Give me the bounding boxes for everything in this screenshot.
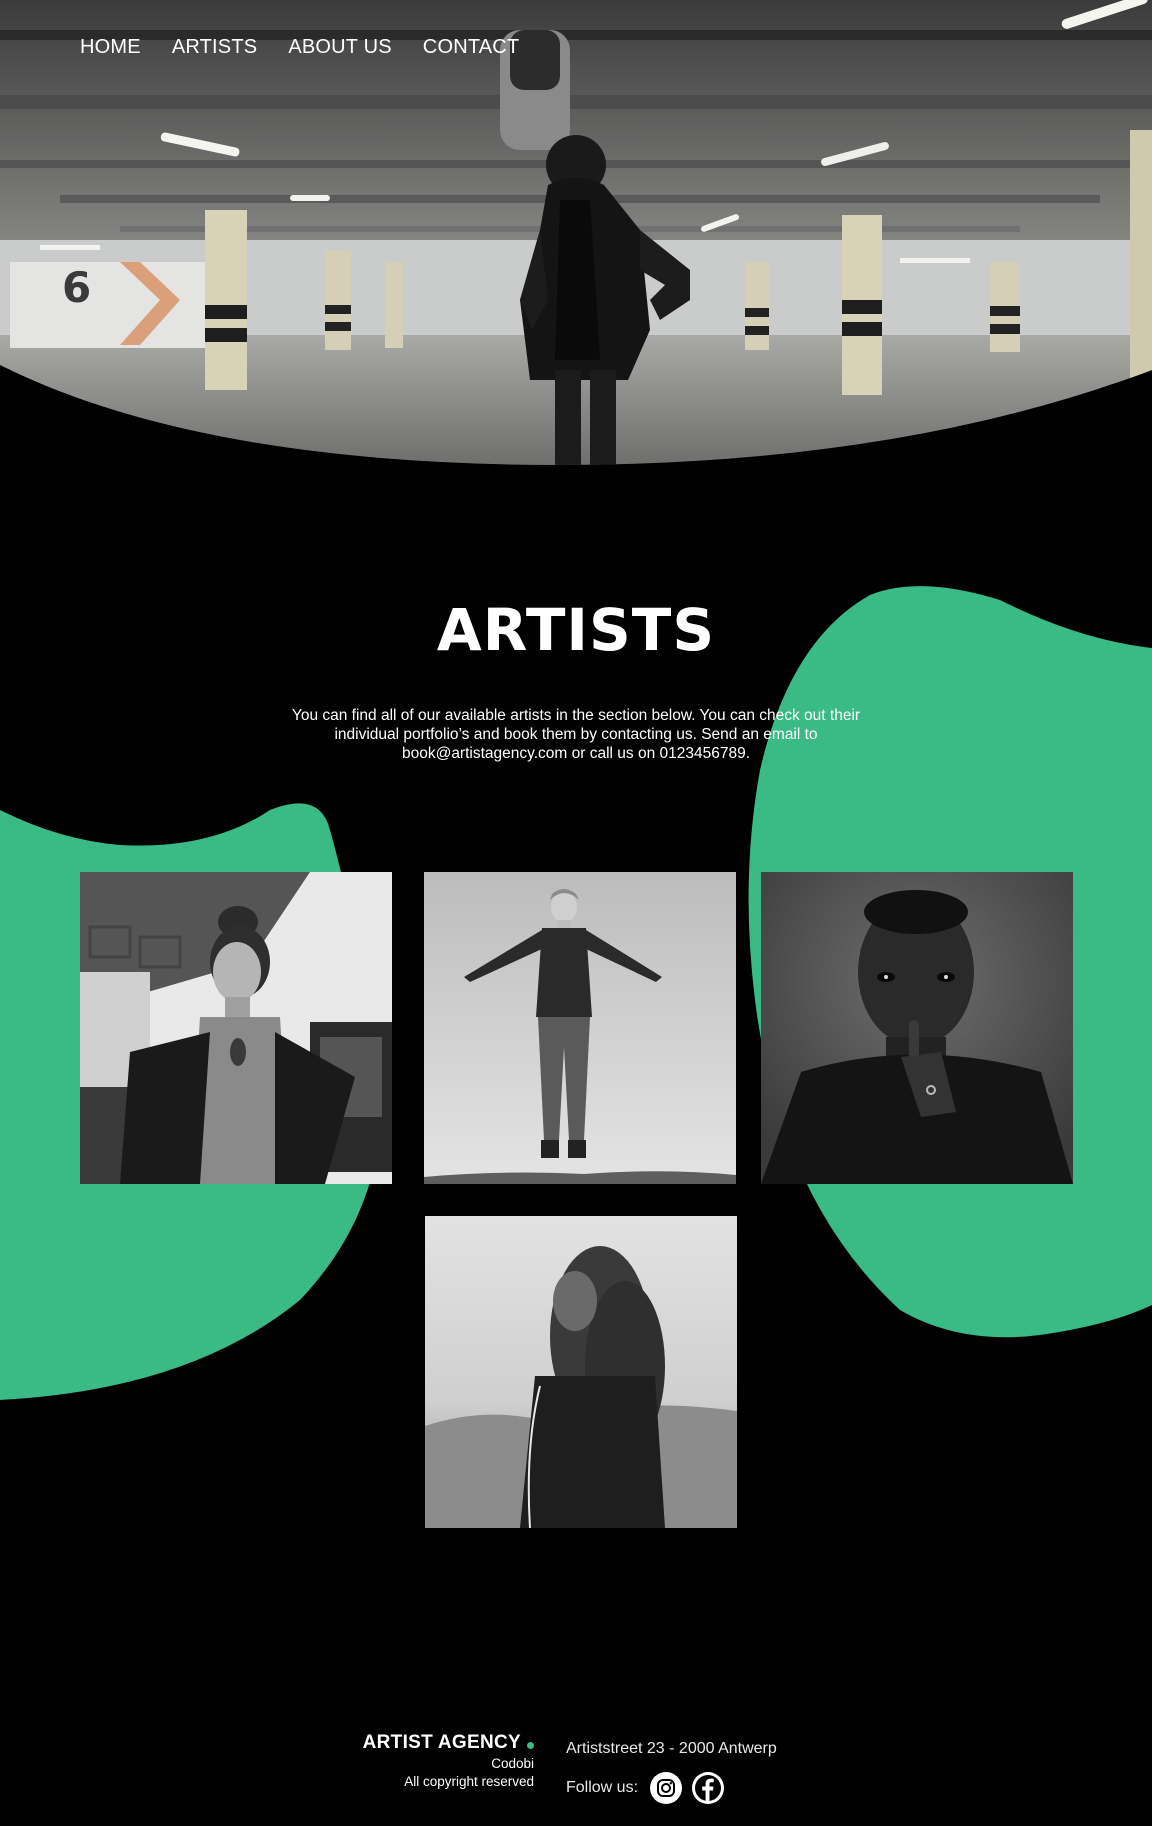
artist-photo-curly-woman — [425, 1216, 737, 1528]
artist-card-2[interactable] — [424, 872, 736, 1184]
artist-card-4[interactable] — [425, 1216, 737, 1528]
footer-address: Artiststreet 23 - 2000 Antwerp — [566, 1740, 777, 1757]
page-title: ARTISTS — [436, 596, 716, 664]
brand-logo[interactable]: ARTIST AGENCY — [363, 1732, 534, 1754]
artist-photo-man — [761, 872, 1073, 1184]
follow-label: Follow us: — [566, 1779, 639, 1796]
nav-artists[interactable]: ARTISTS — [172, 36, 258, 59]
artist-card-3[interactable] — [761, 872, 1073, 1184]
nav-contact[interactable]: CONTACT — [423, 36, 520, 59]
artists-description: You can find all of our available artist… — [291, 707, 861, 762]
social-links: Follow us: — [566, 1772, 777, 1804]
brand-dot-icon — [527, 1742, 534, 1749]
brand-name: ARTIST AGENCY — [362, 1732, 521, 1753]
footer-info: Artiststreet 23 - 2000 Antwerp Follow us… — [566, 1740, 777, 1804]
artist-photo-woman — [80, 872, 392, 1184]
nav-about-us[interactable]: ABOUT US — [288, 36, 391, 59]
footer-brand: ARTIST AGENCY Codobi All copyright reser… — [363, 1732, 534, 1790]
artist-photo-levitating-man — [424, 872, 736, 1184]
artist-card-1[interactable] — [80, 872, 392, 1184]
main-nav: HOME ARTISTS ABOUT US CONTACT — [80, 36, 519, 59]
facebook-icon[interactable] — [692, 1772, 725, 1804]
instagram-icon[interactable] — [650, 1772, 683, 1804]
copyright-text: All copyright reserved — [404, 1774, 534, 1789]
nav-home[interactable]: HOME — [80, 36, 141, 59]
company-name: Codobi — [491, 1756, 534, 1771]
